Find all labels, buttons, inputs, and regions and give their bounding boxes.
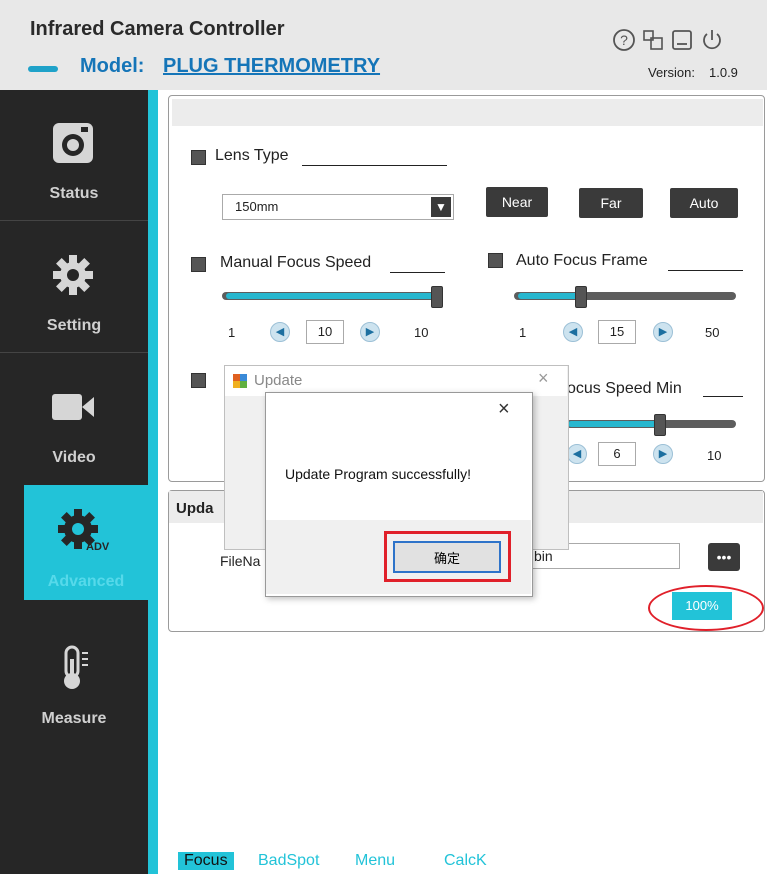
- filename-label: FileNa: [220, 553, 261, 569]
- video-icon: [52, 394, 94, 420]
- increment-icon[interactable]: ▶: [360, 322, 380, 342]
- manual-min: 1: [228, 325, 236, 340]
- camera-icon: [53, 123, 93, 163]
- decrement-icon[interactable]: ◀: [567, 444, 587, 464]
- lens-type-checkbox[interactable]: [191, 150, 206, 165]
- manual-max: 10: [414, 325, 429, 340]
- adv-badge: ADV: [86, 541, 110, 553]
- tools-icon[interactable]: [641, 28, 665, 52]
- divider: [0, 352, 148, 353]
- slider-fill: [226, 293, 436, 299]
- lens-type-label: Lens Type: [215, 147, 289, 164]
- sidebar-item-status[interactable]: Status: [0, 90, 148, 220]
- near-button[interactable]: Near: [486, 187, 548, 217]
- far-button[interactable]: Far: [579, 188, 643, 218]
- help-icon[interactable]: ?: [612, 28, 636, 52]
- chevron-down-icon: ▼: [431, 197, 451, 217]
- manual-focus-speed-checkbox[interactable]: [191, 257, 206, 272]
- auto-focus-frame-checkbox[interactable]: [488, 253, 503, 268]
- decrement-icon[interactable]: ◀: [563, 322, 583, 342]
- decrement-icon[interactable]: ◀: [270, 322, 290, 342]
- auto-button[interactable]: Auto: [670, 188, 738, 218]
- slider-fill: [518, 293, 581, 299]
- sidebar-item-video[interactable]: Video: [0, 354, 148, 484]
- focus-speed-min-max: 10: [707, 448, 722, 463]
- slider-thumb[interactable]: [654, 414, 667, 436]
- app-window-icon: [233, 374, 247, 388]
- auto-frame-max: 50: [705, 325, 720, 340]
- gear-icon: [53, 255, 93, 295]
- update-panel-title: Upda: [176, 500, 214, 517]
- lens-select[interactable]: 150mm ▼: [222, 194, 454, 220]
- slider-thumb[interactable]: [575, 286, 588, 308]
- model-label: Model:: [80, 55, 145, 77]
- focus-panel-header: [172, 99, 763, 126]
- sidebar-item-advanced[interactable]: ADV Advanced: [24, 485, 148, 600]
- auto-frame-value[interactable]: 15: [598, 320, 636, 344]
- minimize-icon[interactable]: [670, 28, 694, 52]
- model-indicator: [28, 66, 58, 72]
- divider: [668, 270, 743, 271]
- manual-focus-speed-label: Manual Focus Speed: [220, 254, 372, 271]
- svg-text:?: ?: [620, 32, 628, 48]
- tab-calck[interactable]: CalcK: [444, 852, 487, 870]
- version-label: Version:: [648, 65, 695, 80]
- sidebar-item-setting[interactable]: Setting: [0, 222, 148, 352]
- lens-select-value: 150mm: [235, 199, 279, 214]
- sidebar-item-label: Video: [52, 449, 96, 466]
- highlight-ellipse: [648, 585, 764, 631]
- close-icon[interactable]: ×: [538, 368, 549, 389]
- focus-speed-min-value[interactable]: 6: [598, 442, 636, 466]
- sidebar-item-label: Advanced: [47, 573, 125, 590]
- divider: [390, 272, 445, 273]
- tab-focus[interactable]: Focus: [178, 852, 234, 870]
- message-text: Update Program successfully!: [285, 466, 471, 482]
- divider: [0, 220, 148, 221]
- divider: [302, 165, 447, 166]
- browse-button[interactable]: •••: [708, 543, 740, 571]
- close-icon[interactable]: ×: [498, 398, 510, 421]
- version-value: 1.0.9: [709, 65, 738, 80]
- slider-fill: [568, 421, 660, 427]
- power-icon[interactable]: [700, 28, 724, 52]
- manual-speed-value[interactable]: 10: [306, 320, 344, 344]
- increment-icon[interactable]: ▶: [653, 444, 673, 464]
- sidebar-accent-bar: [148, 90, 158, 874]
- focus-speed-min-label: ocus Speed Min: [567, 380, 682, 397]
- third-option-checkbox[interactable]: [191, 373, 206, 388]
- auto-frame-min: 1: [519, 325, 527, 340]
- app-title: Infrared Camera Controller: [30, 18, 285, 40]
- divider: [703, 396, 743, 397]
- sidebar-item-label: Measure: [41, 710, 107, 727]
- thermometer-icon: [64, 645, 88, 689]
- increment-icon[interactable]: ▶: [653, 322, 673, 342]
- auto-focus-frame-label: Auto Focus Frame: [516, 252, 648, 269]
- tab-menu[interactable]: Menu: [355, 852, 395, 870]
- sidebar-item-label: Status: [49, 185, 99, 202]
- update-dialog-title: Update: [254, 372, 303, 389]
- sidebar: Status Setting Video Measure: [0, 90, 148, 874]
- sidebar-item-label: Setting: [46, 317, 102, 334]
- model-link[interactable]: PLUG THERMOMETRY: [163, 55, 380, 78]
- sidebar-item-measure[interactable]: Measure: [0, 615, 148, 745]
- highlight-box: [384, 531, 511, 582]
- slider-thumb[interactable]: [431, 286, 443, 308]
- tab-badspot[interactable]: BadSpot: [258, 852, 319, 870]
